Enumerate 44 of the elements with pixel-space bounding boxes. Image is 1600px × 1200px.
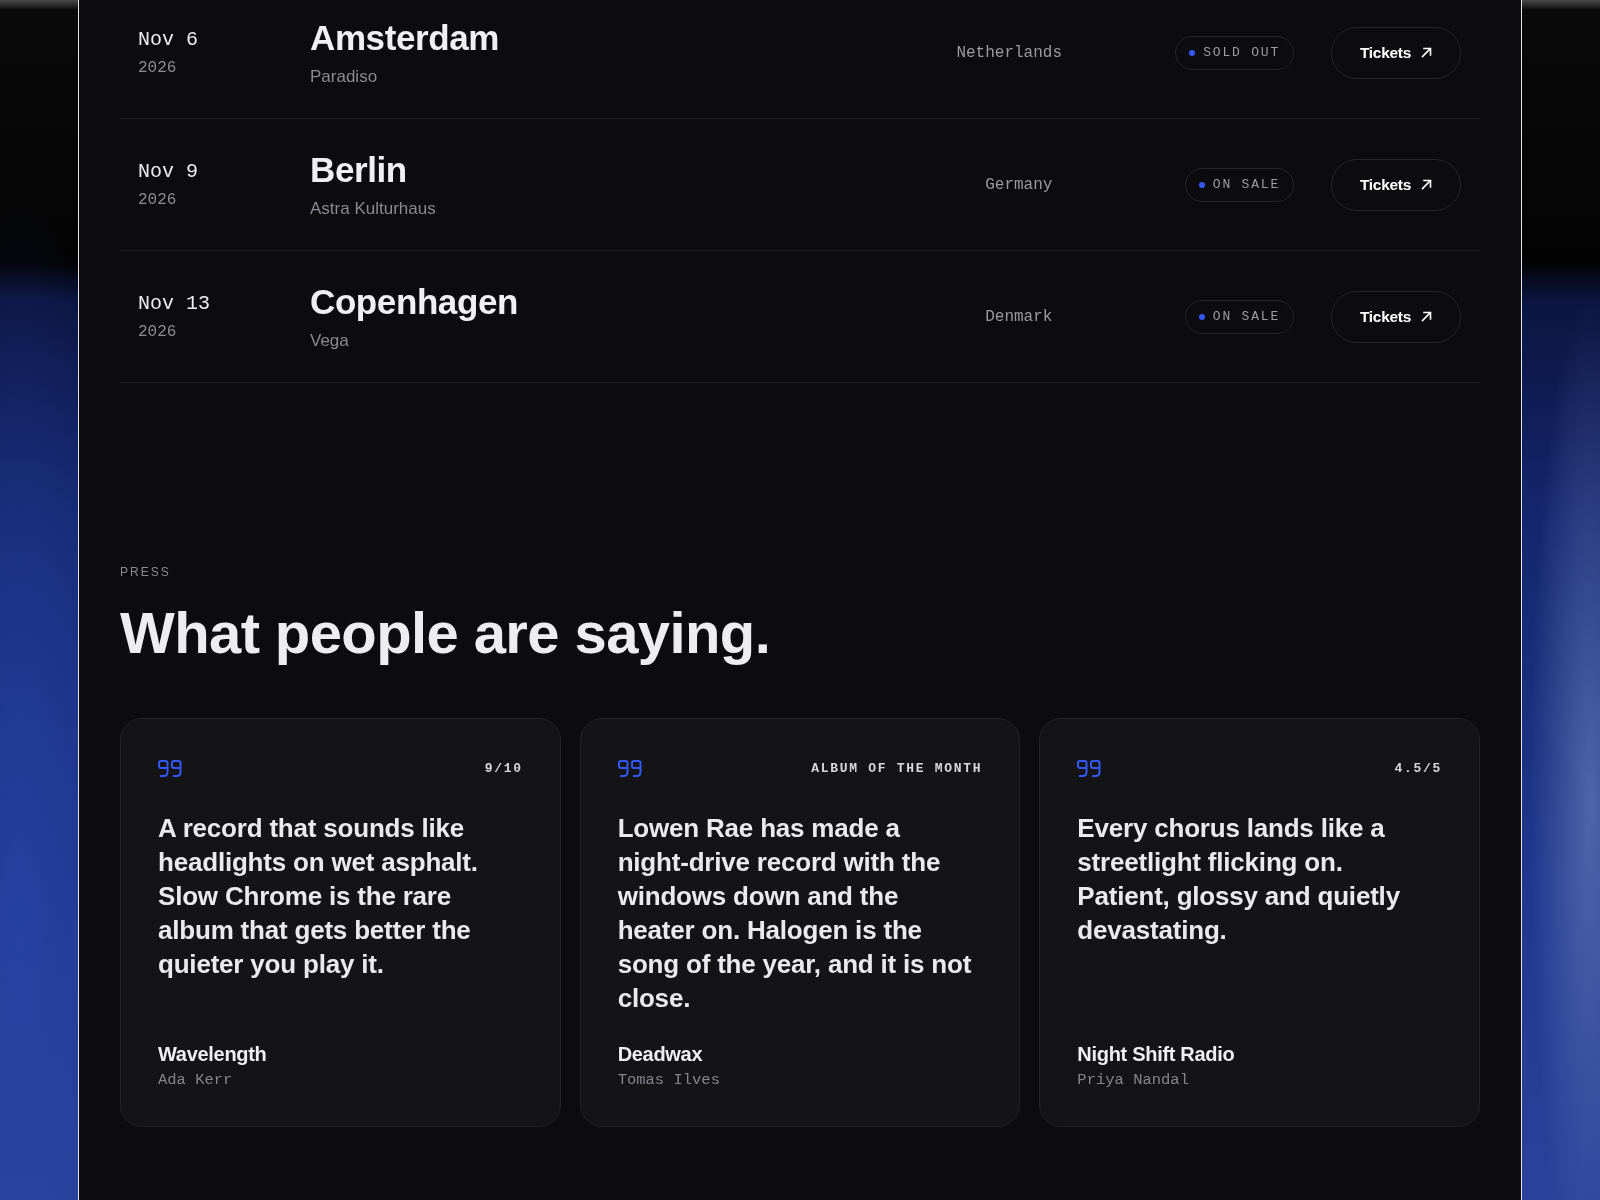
- tour-year: 2026: [138, 57, 178, 78]
- tour-date: Nov 6: [138, 27, 199, 52]
- review-quote: A record that sounds like headlights on wet asphalt. Slow Chrome is the rare album that gets better the quieter you play it.: [158, 812, 479, 981]
- quote-icon: [617, 759, 642, 777]
- status-dot-icon: [1198, 181, 1205, 188]
- arrow-up-right-icon: [1421, 311, 1432, 322]
- quote-icon: [1077, 759, 1102, 777]
- outlet-name: Wavelength: [158, 1042, 267, 1066]
- status-dot-icon: [1189, 49, 1196, 56]
- review-quote: Lowen Rae has made a night-drive record with the windows down and the heater on. Halogen is the song of the year, and it is not close.: [617, 812, 973, 1015]
- review-tag: ALBUM OF THE MONTH: [811, 760, 983, 776]
- country-name: Denmark: [984, 306, 1054, 327]
- tickets-button[interactable]: Tickets: [1331, 290, 1461, 343]
- venue-name: Vega: [310, 330, 349, 351]
- city-name: Amsterdam: [310, 18, 499, 57]
- section-eyebrow: PRESS: [120, 565, 171, 579]
- status-text: ON SALE: [1212, 309, 1280, 324]
- venue-name: Paradiso: [310, 66, 378, 87]
- tour-year: 2026: [138, 189, 178, 210]
- tickets-button[interactable]: Tickets: [1331, 26, 1461, 79]
- arrow-up-right-icon: [1421, 179, 1432, 190]
- review-tag: 4.5/5: [1394, 760, 1442, 776]
- city-name: Copenhagen: [310, 282, 518, 321]
- country-name: Netherlands: [955, 42, 1063, 63]
- status-dot-icon: [1198, 313, 1205, 320]
- review-quote: Every chorus lands like a streetlight flicking on. Patient, glossy and quietly devastating.: [1077, 812, 1401, 947]
- quote-icon: [158, 759, 182, 777]
- outlet-name: Night Shift Radio: [1077, 1042, 1235, 1066]
- arrow-up-right-icon: [1421, 47, 1432, 58]
- tour-date: Nov 9: [138, 159, 199, 184]
- tour-year: 2026: [138, 321, 178, 342]
- status-text: ON SALE: [1212, 177, 1280, 192]
- city-name: Berlin: [310, 150, 407, 189]
- venue-name: Astra Kulturhaus: [310, 198, 436, 219]
- tickets-button[interactable]: Tickets: [1331, 158, 1461, 211]
- status-text: SOLD OUT: [1203, 45, 1280, 60]
- reviewer-name: Priya Nandal: [1077, 1070, 1189, 1090]
- reviewer-name: Tomas Ilves: [617, 1070, 720, 1090]
- section-heading: What people are saying.: [120, 601, 771, 665]
- review-tag: 9/10: [484, 760, 523, 776]
- country-name: Germany: [984, 174, 1054, 195]
- reviewer-name: Ada Kerr: [158, 1070, 233, 1090]
- tour-date: Nov 13: [138, 291, 211, 316]
- outlet-name: Deadwax: [617, 1042, 703, 1066]
